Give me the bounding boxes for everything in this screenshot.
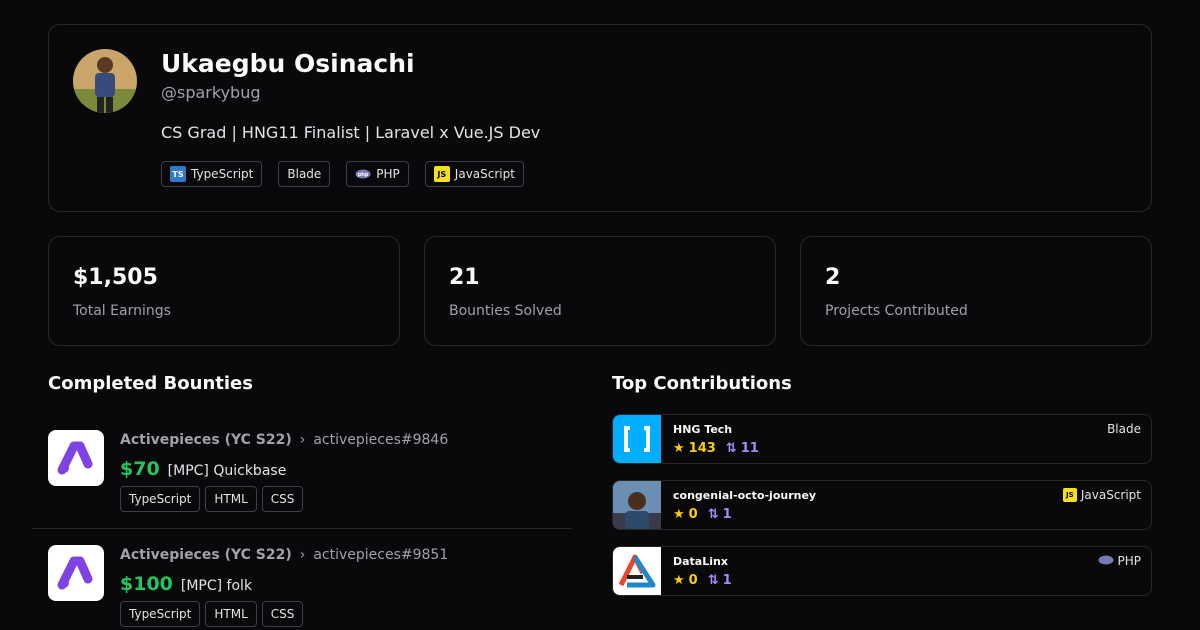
bounty-title: [MPC] Quickbase: [167, 463, 287, 479]
repo-avatar-icon: [613, 481, 661, 529]
star-icon: ★: [673, 441, 685, 456]
profile-handle: @sparkybug: [161, 83, 261, 102]
javascript-icon: JS: [1062, 488, 1077, 502]
stat-card-earnings: $1,505 Total Earnings: [48, 236, 400, 346]
language-chip-typescript: TS TypeScript: [161, 161, 263, 187]
contribution-item[interactable]: HNG Tech ★ 143 ⇅ 11 Blade: [612, 414, 1152, 464]
language-chip-javascript: JS JavaScript: [424, 161, 524, 187]
bounty-amount: $70: [120, 458, 160, 480]
star-icon: ★: [673, 573, 685, 588]
pull-request-icon: ⇅: [707, 507, 719, 522]
chevron-right-icon: ›: [299, 432, 306, 448]
contribution-language: Blade: [1107, 422, 1141, 436]
bounty-org[interactable]: Activepieces (YC S22): [120, 547, 292, 563]
bounty-tag: TypeScript: [120, 601, 201, 627]
typescript-icon: TS: [170, 166, 186, 182]
bounty-tag: HTML: [205, 486, 257, 512]
php-icon: [1098, 554, 1114, 568]
datalinx-logo-icon: [613, 547, 661, 595]
star-count: 0: [688, 507, 698, 522]
stat-label: Projects Contributed: [825, 303, 968, 319]
stat-label: Bounties Solved: [449, 303, 562, 319]
contribution-name: DataLinx: [673, 555, 728, 568]
language-label: PHP: [376, 167, 400, 181]
chevron-right-icon: ›: [299, 547, 306, 563]
bounty-issue[interactable]: activepieces#9851: [313, 547, 448, 563]
bounty-tag: HTML: [205, 601, 257, 627]
contribution-name: HNG Tech: [673, 423, 733, 436]
pull-request-icon: ⇅: [725, 441, 737, 456]
avatar: [73, 49, 137, 113]
contribution-item[interactable]: congenial-octo-journey ★ 0 ⇅ 1 JS JavaScri…: [612, 480, 1152, 530]
contribution-item[interactable]: DataLinx ★ 0 ⇅ 1 PHP: [612, 546, 1152, 596]
star-count: 143: [688, 441, 716, 456]
bounty-tag: TypeScript: [120, 486, 201, 512]
top-contributions-title: Top Contributions: [612, 373, 792, 394]
profile-card: Ukaegbu Osinachi @sparkybug CS Grad | HN…: [48, 24, 1152, 212]
bounty-issue[interactable]: activepieces#9846: [313, 432, 448, 448]
language-chip-blade: Blade: [278, 161, 331, 187]
pull-request-icon: ⇅: [707, 573, 719, 588]
bounty-amount: $100: [120, 573, 173, 595]
activepieces-logo-icon: [48, 430, 104, 486]
stat-card-bounties: 21 Bounties Solved: [424, 236, 776, 346]
profile-bio: CS Grad | HNG11 Finalist | Laravel x Vue…: [161, 123, 541, 142]
stat-label: Total Earnings: [73, 303, 171, 319]
stat-value: 2: [825, 265, 841, 290]
javascript-icon: JS: [433, 166, 450, 182]
star-icon: ★: [673, 507, 685, 522]
activepieces-logo-icon: [48, 545, 104, 601]
contribution-language: PHP: [1117, 554, 1142, 568]
completed-bounties-title: Completed Bounties: [48, 373, 253, 394]
pr-count: 1: [722, 507, 732, 522]
bounty-org[interactable]: Activepieces (YC S22): [120, 432, 292, 448]
contribution-name: congenial-octo-journey: [673, 489, 817, 502]
contribution-language: JavaScript: [1080, 488, 1141, 502]
bounty-tag: CSS: [261, 486, 304, 512]
svg-text:php: php: [358, 172, 369, 178]
language-label: Blade: [287, 167, 322, 181]
language-label: JavaScript: [454, 167, 515, 181]
hng-logo-icon: [613, 415, 661, 463]
pr-count: 1: [722, 573, 732, 588]
stat-value: $1,505: [73, 265, 158, 290]
php-icon: php: [355, 166, 371, 182]
divider: [32, 528, 572, 529]
language-chip-php: php PHP: [346, 161, 409, 187]
bounty-title: [MPC] folk: [180, 578, 253, 594]
language-label: TypeScript: [191, 167, 254, 181]
stat-card-projects: 2 Projects Contributed: [800, 236, 1152, 346]
bounty-tag: CSS: [261, 601, 304, 627]
star-count: 0: [688, 573, 698, 588]
stat-value: 21: [449, 265, 480, 290]
pr-count: 11: [740, 441, 759, 456]
language-list: TS TypeScript Blade php PHP JS JavaScrip…: [161, 161, 524, 187]
profile-name: Ukaegbu Osinachi: [161, 49, 415, 78]
